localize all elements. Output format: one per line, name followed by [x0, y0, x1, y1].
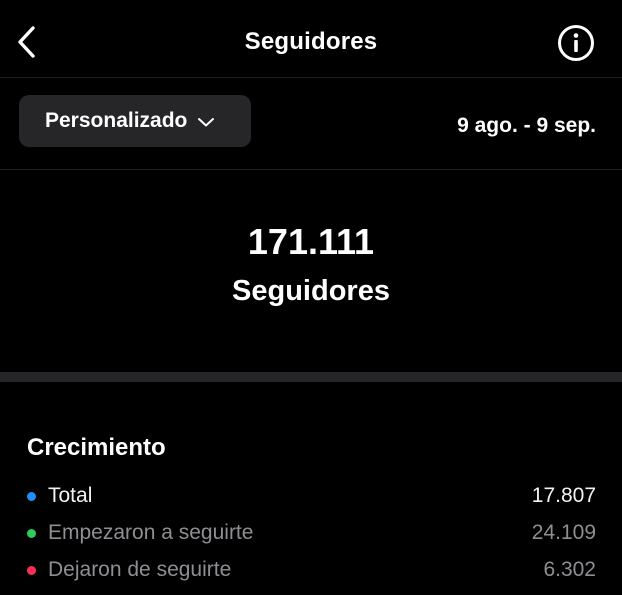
metric-label: Empezaron a seguirte [48, 521, 254, 544]
top-bar: Seguidores [0, 0, 622, 78]
followers-count: 171.111 [247, 221, 375, 262]
metric-label: Total [48, 484, 93, 507]
info-circle-icon [558, 25, 594, 61]
growth-section-title: Crecimiento [27, 434, 166, 461]
page-title: Seguidores [244, 28, 378, 55]
metric-value: 6.302 [543, 558, 596, 581]
date-range-dropdown-label: Personalizado [45, 109, 188, 132]
legend-dot-green [27, 529, 36, 538]
info-button[interactable] [556, 23, 596, 63]
followers-summary: 171.111 Seguidores [0, 171, 622, 372]
legend-dot-blue [27, 492, 36, 501]
growth-metric-total: Total 17.807 [0, 480, 622, 514]
metric-label: Dejaron de seguirte [48, 558, 232, 581]
legend-dot-red [27, 566, 36, 575]
metric-value: 24.109 [531, 521, 596, 544]
filter-bar: Personalizado 9 ago. - 9 sep. [0, 78, 622, 170]
chevron-down-icon [198, 118, 215, 127]
date-range-dropdown[interactable]: Personalizado [19, 95, 251, 147]
growth-metric-stopped-following: Dejaron de seguirte 6.302 [0, 554, 622, 588]
metric-value: 17.807 [531, 484, 596, 507]
date-range-text: 9 ago. - 9 sep. [457, 114, 596, 137]
growth-metric-started-following: Empezaron a seguirte 24.109 [0, 517, 622, 551]
followers-label: Seguidores [232, 275, 390, 307]
section-divider [0, 372, 622, 382]
